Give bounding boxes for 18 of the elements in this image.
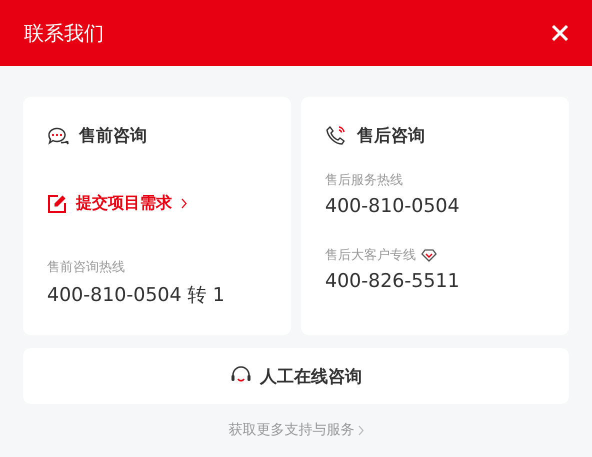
card-title: 售前咨询	[79, 125, 147, 147]
close-button[interactable]	[550, 23, 570, 43]
edit-icon	[47, 194, 67, 214]
hotline-label: 售前咨询热线	[47, 259, 126, 276]
phone-number: 400-810-0504	[325, 195, 461, 217]
hotline-label: 售后服务热线	[325, 172, 403, 189]
online-consult-button[interactable]: 人工在线咨询	[23, 348, 569, 404]
submit-request-link[interactable]: 提交项目需求	[47, 193, 267, 214]
chevron-icon	[358, 424, 364, 436]
chevron-icon	[181, 198, 187, 209]
chat-bubbles-icon	[47, 126, 69, 146]
card-title: 售后咨询	[357, 125, 425, 147]
more-support-link[interactable]: 获取更多支持与服务	[228, 421, 364, 439]
hotline-label: 售后大客户专线	[325, 247, 416, 264]
phone-icon	[325, 124, 347, 146]
window-title: 联系我们	[24, 20, 104, 46]
phone-number: 400-826-5511	[325, 270, 461, 292]
phone-number: 400-810-0504 转 1	[47, 283, 226, 308]
